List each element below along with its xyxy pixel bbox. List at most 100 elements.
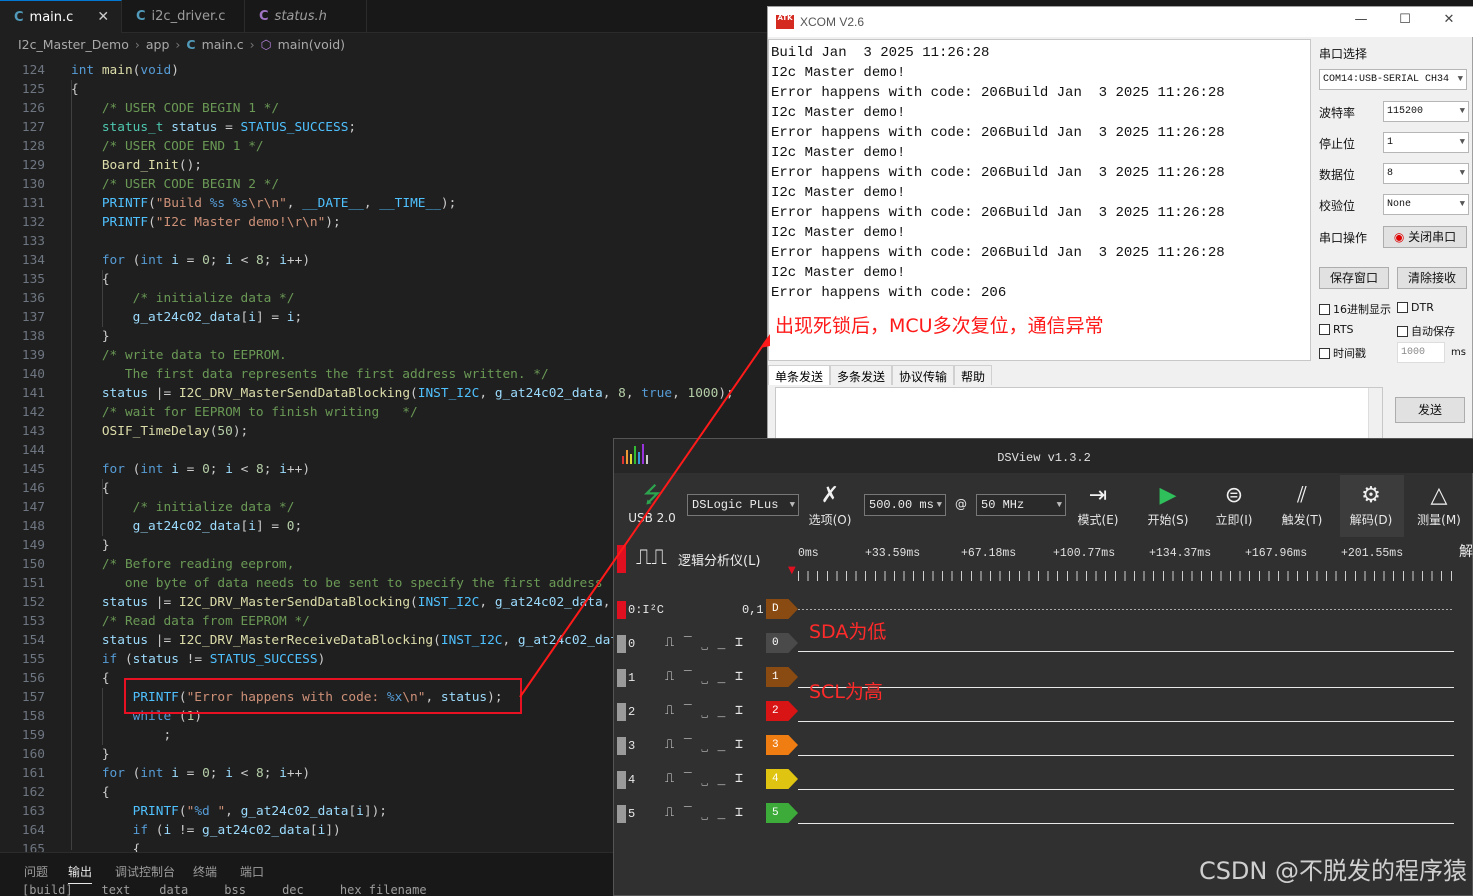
breadcrumb-file[interactable]: main.c [202, 37, 244, 52]
dtr-checkbox[interactable]: DTR [1397, 301, 1434, 314]
decoder-badge[interactable]: D [766, 599, 798, 619]
channel-row-0[interactable]: 0 ⎍ ‾ ⎵ _ ⌶ 0 [614, 631, 1473, 657]
trigger-options[interactable]: ⎍ ‾ ⎵ _ ⌶ [665, 737, 744, 752]
panel-tab-debug-console[interactable]: 调试控制台 [115, 863, 175, 880]
line-number: 159 [21, 728, 45, 743]
code-line[interactable]: 132 PRINTF("I2c Master demo!\r\n"); [0, 213, 760, 232]
options-button[interactable]: ✗ 选项(O) [802, 481, 858, 528]
interval-input[interactable]: 1000 [1397, 342, 1445, 363]
channel-trace [798, 755, 1454, 756]
rts-checkbox[interactable]: RTS [1319, 323, 1354, 336]
code-line[interactable]: 127 status_t status = STATUS_SUCCESS; [0, 118, 760, 137]
timestamp-checkbox[interactable]: 时间戳 [1319, 345, 1366, 361]
channel-badge[interactable]: 1 [766, 667, 798, 687]
breadcrumb-symbol[interactable]: main(void) [278, 37, 345, 52]
usb-label: USB 2.0 [628, 511, 676, 525]
code-line[interactable]: 128 /* USER CODE END 1 */ [0, 137, 760, 156]
breadcrumb-folder[interactable]: app [146, 37, 170, 52]
code-line[interactable]: 138 } [0, 327, 760, 346]
code-line[interactable]: 129 Board_Init(); [0, 156, 760, 175]
code-line[interactable]: 142 /* wait for EEPROM to finish writing… [0, 403, 760, 422]
line-source: for (int i = 0; i < 8; i++) [101, 253, 311, 268]
decode-button[interactable]: ⚙ 解码(D) [1343, 481, 1399, 528]
hex-display-checkbox[interactable]: 16进制显示 [1319, 301, 1391, 317]
baud-select[interactable]: 115200 ▼ [1383, 101, 1469, 122]
trigger-options[interactable]: ⎍ ‾ ⎵ _ ⌶ [665, 669, 744, 684]
tab-protocol[interactable]: 协议传输 [892, 365, 955, 385]
stop-bits-select[interactable]: 1 ▼ [1383, 132, 1469, 153]
code-line[interactable]: 131 PRINTF("Build %s %s\r\n", __DATE__, … [0, 194, 760, 213]
row-handle[interactable] [617, 805, 626, 823]
code-line[interactable]: 125 { [0, 80, 760, 99]
row-handle[interactable] [617, 601, 626, 619]
instant-button[interactable]: ⊜ 立即(I) [1206, 481, 1262, 528]
trigger-options[interactable]: ⎍ ‾ ⎵ _ ⌶ [665, 805, 744, 820]
code-line[interactable]: 134 for (int i = 0; i < 8; i++) [0, 251, 760, 270]
time-ruler[interactable]: 0ms +33.59ms +67.18ms +100.77ms +134.37m… [798, 543, 1454, 585]
auto-save-checkbox[interactable]: 自动保存 [1397, 323, 1455, 339]
close-icon[interactable]: ✕ [1440, 12, 1458, 30]
port-select[interactable]: COM14:USB-SERIAL CH34 ▼ [1319, 69, 1467, 90]
channel-badge[interactable]: 4 [766, 769, 798, 789]
minimize-icon[interactable]: — [1352, 12, 1370, 30]
row-handle[interactable] [617, 737, 626, 755]
device-select[interactable]: DSLogic PLus ▼ [687, 494, 799, 516]
measure-button[interactable]: △ 测量(M) [1411, 481, 1467, 528]
duration-select[interactable]: 500.00 ms ▼ [864, 494, 946, 516]
decoder-row-i2c[interactable]: 0:I²C 0,1 D [614, 597, 1473, 623]
code-line[interactable]: 136 /* initialize data */ [0, 289, 760, 308]
row-handle[interactable] [617, 771, 626, 789]
tab-status-h[interactable]: C status.h [245, 0, 367, 33]
code-line[interactable]: 124 int main(void) [0, 61, 760, 80]
tab-multi-send[interactable]: 多条发送 [830, 365, 893, 385]
row-handle[interactable] [617, 703, 626, 721]
tab-help[interactable]: 帮助 [954, 365, 993, 385]
save-window-button[interactable]: 保存窗口 [1319, 267, 1389, 289]
trigger-options[interactable]: ⎍ ‾ ⎵ _ ⌶ [665, 703, 744, 718]
channel-badge[interactable]: 3 [766, 735, 798, 755]
code-line[interactable]: 126 /* USER CODE BEGIN 1 */ [0, 99, 760, 118]
row-handle[interactable] [617, 635, 626, 653]
decoder-channels: 0,1 [742, 603, 764, 617]
channel-row-5[interactable]: 5 ⎍ ‾ ⎵ _ ⌶ 5 [614, 801, 1473, 827]
channel-row-2[interactable]: 2 ⎍ ‾ ⎵ _ ⌶ 2 [614, 699, 1473, 725]
tab-single-send[interactable]: 单条发送 [768, 365, 831, 385]
trigger-button[interactable]: ⫽ 触发(T) [1274, 481, 1330, 528]
panel-tab-ports[interactable]: 端口 [240, 863, 264, 880]
clear-receive-button[interactable]: 清除接收 [1397, 267, 1467, 289]
row-handle[interactable] [617, 669, 626, 687]
code-line[interactable]: 135 { [0, 270, 760, 289]
channel-row-3[interactable]: 3 ⎍ ‾ ⎵ _ ⌶ 3 [614, 733, 1473, 759]
channel-row-1[interactable]: 1 ⎍ ‾ ⎵ _ ⌶ 1 [614, 665, 1473, 691]
channel-badge[interactable]: 2 [766, 701, 798, 721]
code-line[interactable]: 141 status |= I2C_DRV_MasterSendDataBloc… [0, 384, 760, 403]
panel-tab-terminal[interactable]: 终端 [193, 863, 217, 880]
close-icon[interactable]: ✕ [97, 9, 109, 25]
code-line[interactable]: 137 g_at24c02_data[i] = i; [0, 308, 760, 327]
trigger-options[interactable]: ⎍ ‾ ⎵ _ ⌶ [665, 771, 744, 786]
samplerate-select[interactable]: 50 MHz ▼ [976, 494, 1066, 516]
trigger-options[interactable]: ⎍ ‾ ⎵ _ ⌶ [665, 635, 744, 650]
mode-button[interactable]: ⇥ 模式(E) [1070, 481, 1126, 528]
data-bits-select[interactable]: 8 ▼ [1383, 163, 1469, 184]
code-line[interactable]: 130 /* USER CODE BEGIN 2 */ [0, 175, 760, 194]
panel-tab-output[interactable]: 输出 [68, 863, 93, 884]
code-line[interactable]: 139 /* write data to EEPROM. [0, 346, 760, 365]
channel-badge[interactable]: 5 [766, 803, 798, 823]
maximize-icon[interactable]: ☐ [1396, 12, 1414, 30]
close-port-button[interactable]: ◉ 关闭串口 [1383, 226, 1467, 248]
panel-tab-problems[interactable]: 问题 [24, 863, 48, 880]
code-line[interactable]: 140 The first data represents the first … [0, 365, 760, 384]
channel-badge[interactable]: 0 [766, 633, 798, 653]
tab-i2c-driver-c[interactable]: C i2c_driver.c [122, 0, 245, 33]
tab-main-c[interactable]: C main.c ✕ [0, 0, 122, 33]
start-button[interactable]: ▶ 开始(S) [1140, 481, 1196, 528]
parity-select[interactable]: None ▼ [1383, 194, 1469, 215]
logic-analyzer-label[interactable]: 逻辑分析仪(L) [678, 550, 760, 569]
channel-row-4[interactable]: 4 ⎍ ‾ ⎵ _ ⌶ 4 [614, 767, 1473, 793]
wrench-icon: ✗ [820, 483, 840, 508]
code-line[interactable]: 133 [0, 232, 760, 251]
send-button[interactable]: 发送 [1395, 397, 1465, 423]
breadcrumb-project[interactable]: I2c_Master_Demo [18, 37, 129, 52]
channel-name: 1 [628, 671, 636, 685]
